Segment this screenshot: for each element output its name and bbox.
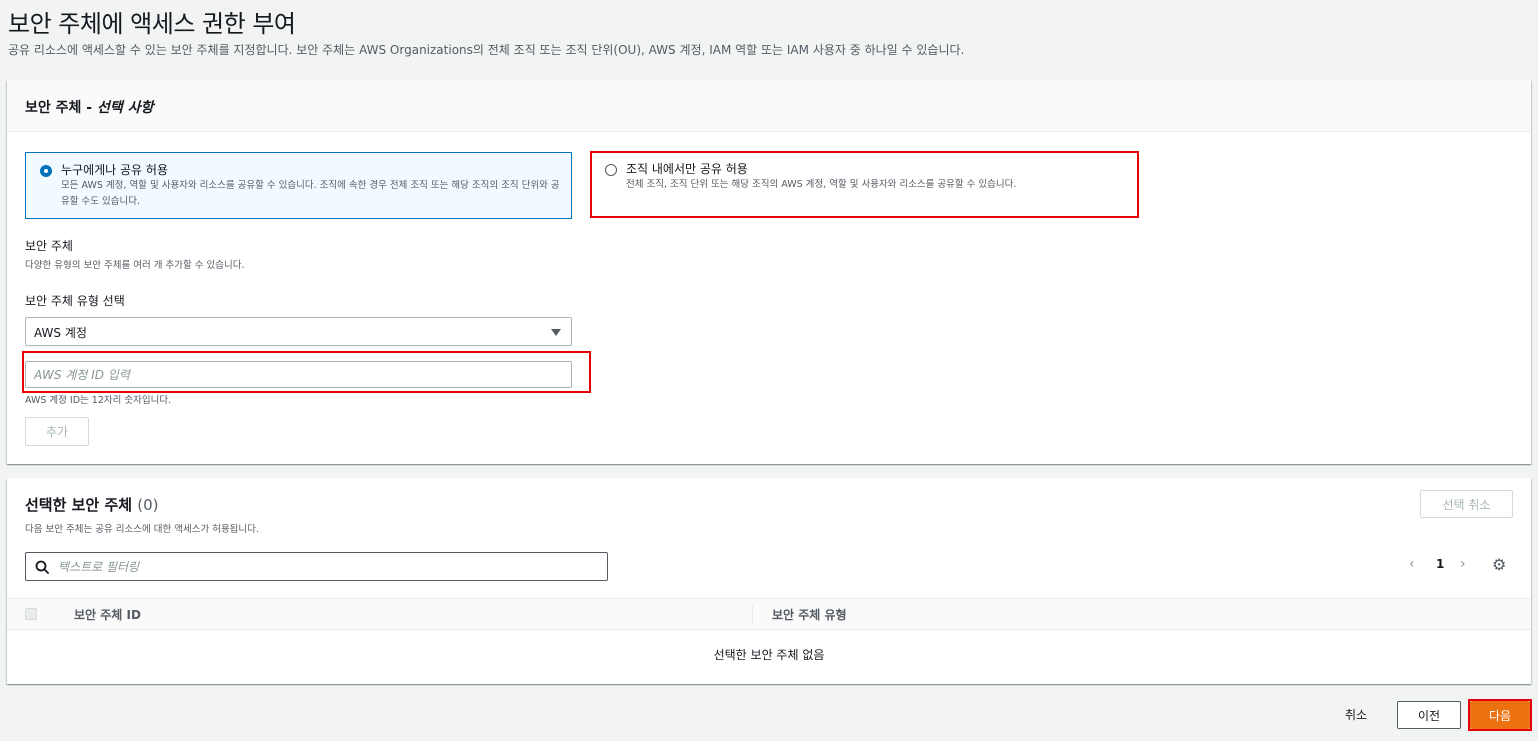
principal-hint: 다양한 유형의 보안 주체를 여러 개 추가할 수 있습니다. bbox=[25, 260, 245, 271]
search-icon bbox=[35, 560, 49, 574]
page-title: 보안 주체에 액세스 권한 부여 bbox=[8, 10, 296, 38]
principals-panel-title-text: 보안 주체 - bbox=[25, 100, 97, 116]
highlight-next bbox=[1468, 699, 1532, 731]
selected-principals-title: 선택한 보안 주체 (0) bbox=[25, 494, 159, 515]
filter-input[interactable]: 텍스트로 필터링 bbox=[25, 552, 608, 581]
account-id-hint: AWS 계정 ID는 12자리 숫자입니다. bbox=[25, 395, 172, 406]
principals-panel: 보안 주체 - 선택 사항 누구에게나 공유 허용 모든 AWS 계정, 역할 … bbox=[7, 80, 1531, 464]
principals-panel-title: 보안 주체 - 선택 사항 bbox=[25, 97, 153, 117]
selected-principals-count: (0) bbox=[137, 496, 159, 514]
next-page-icon[interactable]: › bbox=[1460, 556, 1466, 572]
cancel-button[interactable]: 취소 bbox=[1345, 706, 1367, 723]
principals-panel-title-optional: 선택 사항 bbox=[96, 100, 154, 116]
deselect-button[interactable]: 선택 취소 bbox=[1420, 490, 1513, 518]
option-allow-anyone-description: 모든 AWS 계정, 역할 및 사용자와 리소스를 공유할 수 있습니다. 조직… bbox=[61, 180, 560, 207]
previous-button[interactable]: 이전 bbox=[1397, 701, 1461, 729]
principals-panel-header: 보안 주체 - 선택 사항 bbox=[7, 80, 1531, 132]
column-divider bbox=[752, 604, 753, 624]
table-header: 보안 주체 ID 보안 주체 유형 bbox=[7, 598, 1531, 630]
select-all-checkbox[interactable] bbox=[25, 608, 37, 620]
column-principal-id[interactable]: 보안 주체 ID bbox=[74, 606, 141, 623]
highlight-org-only bbox=[590, 151, 1139, 218]
prev-page-icon[interactable]: ‹ bbox=[1409, 556, 1415, 572]
highlight-account-id bbox=[22, 351, 591, 393]
page-number[interactable]: 1 bbox=[1436, 557, 1444, 571]
page-description: 공유 리소스에 액세스할 수 있는 보안 주체를 지정합니다. 보안 주체는 A… bbox=[8, 43, 965, 57]
caret-down-icon bbox=[551, 329, 561, 336]
principal-label: 보안 주체 bbox=[25, 239, 73, 253]
principal-type-select[interactable]: AWS 계정 bbox=[25, 317, 572, 346]
option-allow-anyone-title: 누구에게나 공유 허용 bbox=[61, 163, 168, 177]
gear-icon[interactable]: ⚙ bbox=[1492, 555, 1506, 574]
selected-principals-title-text: 선택한 보안 주체 bbox=[25, 496, 133, 514]
empty-message: 선택한 보안 주체 없음 bbox=[713, 648, 825, 662]
selected-principals-panel: 선택한 보안 주체 (0) 다음 보안 주체는 공유 리소스에 대한 액세스가 … bbox=[7, 478, 1531, 684]
selected-principals-description: 다음 보안 주체는 공유 리소스에 대한 액세스가 허용됩니다. bbox=[25, 524, 259, 535]
add-button[interactable]: 추가 bbox=[25, 417, 89, 446]
option-allow-anyone[interactable]: 누구에게나 공유 허용 모든 AWS 계정, 역할 및 사용자와 리소스를 공유… bbox=[25, 152, 572, 219]
principal-type-label: 보안 주체 유형 선택 bbox=[25, 294, 125, 308]
principal-type-value: AWS 계정 bbox=[34, 326, 87, 340]
column-principal-type[interactable]: 보안 주체 유형 bbox=[772, 606, 847, 623]
radio-allow-anyone[interactable] bbox=[40, 165, 52, 177]
filter-placeholder: 텍스트로 필터링 bbox=[58, 560, 140, 574]
